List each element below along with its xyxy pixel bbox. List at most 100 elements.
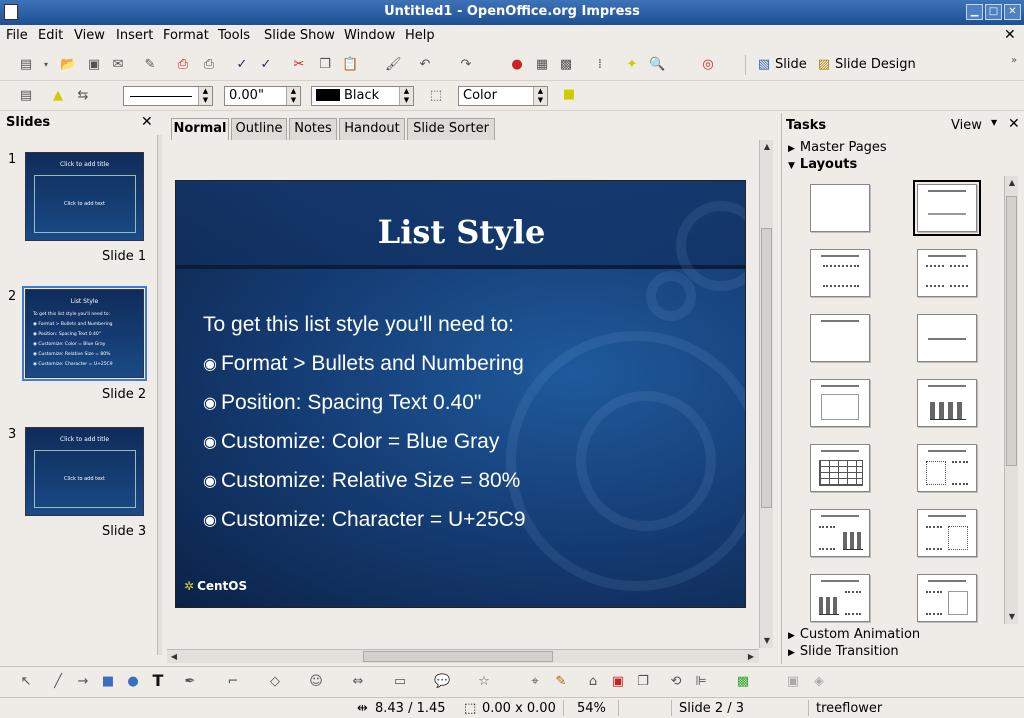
slide-canvas[interactable]: List Style To get this list style you'll… [175,180,746,608]
extrusion-icon[interactable]: ◈ [811,674,827,690]
glue-points-icon[interactable]: ✎ [553,674,569,690]
scroll-down-icon[interactable]: ▼ [1005,610,1019,624]
paste-icon[interactable]: 📋 [342,57,358,73]
autospellcheck-icon[interactable]: ✓ [258,57,274,73]
new-dropdown-icon[interactable]: ▾ [38,57,54,73]
menu-window[interactable]: Window [344,28,395,43]
styles-icon[interactable]: ▤ [18,88,34,104]
redo-icon[interactable]: ↷ [458,57,474,73]
new-document-icon[interactable]: ▤ [18,57,34,73]
layout-title-chart-list[interactable] [810,574,870,622]
line-icon[interactable]: ▲ [50,88,66,104]
slide-bullet[interactable]: ◉ Customize: Color = Blue Gray [203,430,499,454]
scroll-up-icon[interactable]: ▲ [760,140,774,154]
layout-title-chart[interactable] [917,379,977,427]
menu-help[interactable]: Help [405,28,435,43]
tab-handout[interactable]: Handout [339,118,405,140]
gallery-icon[interactable]: ❐ [635,674,651,690]
layout-blank[interactable] [810,184,870,232]
maximize-button[interactable]: □ [985,4,1002,20]
line-color-select[interactable]: Black ▲ ▼ [311,86,414,106]
tab-slide-sorter[interactable]: Slide Sorter [407,118,495,140]
connector-tool-icon[interactable]: ⌐ [225,674,241,690]
basic-shapes-icon[interactable]: ◇ [267,674,283,690]
rectangle-tool-icon[interactable]: ■ [100,674,116,690]
tab-outline[interactable]: Outline [231,118,287,140]
ellipse-tool-icon[interactable]: ● [125,674,141,690]
help-icon[interactable]: ◎ [700,57,716,73]
layout-title-list-object[interactable] [917,574,977,622]
menu-view[interactable]: View [74,28,105,43]
layout-title-list[interactable] [810,249,870,297]
section-layouts[interactable]: ▼ Layouts [788,157,857,172]
layout-centered-text[interactable] [917,314,977,362]
layout-title-list-clipart[interactable] [917,509,977,557]
rotate-icon[interactable]: ⟲ [668,674,684,690]
helplines-icon[interactable]: ⁞ [592,57,608,73]
layout-title-only[interactable] [810,314,870,362]
open-icon[interactable]: 📂 [60,57,76,73]
spellcheck-icon[interactable]: ✓ [234,57,250,73]
menu-slide-show[interactable]: Slide Show [264,28,335,43]
fontwork-icon[interactable]: ⌂ [585,674,601,690]
menu-file[interactable]: File [6,28,28,43]
layout-title-two-lists[interactable] [917,249,977,297]
layout-title-list-chart[interactable] [810,509,870,557]
slides-panel-splitter[interactable] [157,135,162,655]
block-arrows-icon[interactable]: ⇔ [350,674,366,690]
scroll-thumb[interactable] [761,228,772,508]
from-file-icon[interactable]: ▣ [610,674,626,690]
layouts-scrollbar[interactable]: ▲ ▼ [1004,176,1018,624]
select-arrow-icon[interactable]: ↖ [18,674,34,690]
fill-color-icon[interactable]: ■ [561,87,577,103]
scroll-thumb[interactable] [363,651,553,662]
menu-insert[interactable]: Insert [116,28,153,43]
cut-icon[interactable]: ✂ [291,57,307,73]
table-icon[interactable]: ▦ [534,57,550,73]
scroll-right-icon[interactable]: ▶ [744,650,758,664]
symbol-shapes-icon[interactable]: ☺ [308,674,324,690]
slide-bullet[interactable]: ◉ Format > Bullets and Numbering [203,352,524,376]
section-master-pages[interactable]: ▶ Master Pages [788,140,887,155]
flowchart-icon[interactable]: ▭ [392,674,408,690]
arrange-icon[interactable]: ▩ [735,674,751,690]
navigator-icon[interactable]: ✦ [624,57,640,73]
zoom-icon[interactable]: 🔍 [649,57,665,73]
menu-format[interactable]: Format [163,28,209,43]
clone-formatting-icon[interactable]: 🖌 [385,57,402,73]
slide-intro-text[interactable]: To get this list style you'll need to: [203,313,514,337]
area-style-select[interactable]: Color ▲ ▼ [458,86,548,106]
display-grid-icon[interactable]: ▩ [558,57,574,73]
close-window-button[interactable]: ✕ [1004,4,1021,20]
edit-file-icon[interactable]: ✎ [142,57,158,73]
slide-thumbnail-3[interactable]: Click to add title Click to add text [25,427,144,516]
status-zoom[interactable]: 54% [577,701,606,716]
slide-thumbnail-1[interactable]: Click to add title Click to add text [25,152,144,241]
slide-bullet[interactable]: ◉ Customize: Character = U+25C9 [203,508,526,532]
line-width-field[interactable]: 0.00" ▲ ▼ [224,86,301,106]
slide-bullet[interactable]: ◉ Customize: Relative Size = 80% [203,469,520,493]
stars-icon[interactable]: ☆ [476,674,492,690]
layout-title-object[interactable] [810,379,870,427]
curve-tool-icon[interactable]: ✒ [182,674,198,690]
layout-title-clipart-list[interactable] [917,444,977,492]
close-tasks-icon[interactable]: ✕ [1008,116,1020,132]
alignment-icon[interactable]: ⊫ [693,674,709,690]
area-style-icon[interactable]: ⬚ [428,88,444,104]
layout-title-content[interactable] [913,180,981,236]
scroll-thumb[interactable] [1006,196,1017,466]
slide-bullet[interactable]: ◉ Position: Spacing Text 0.40" [203,391,481,415]
arrow-style-icon[interactable]: ⇆ [75,88,91,104]
slide-button[interactable]: Slide [775,57,807,72]
minimize-button[interactable]: ▁ [966,4,983,20]
copy-icon[interactable]: ❐ [317,57,333,73]
scroll-down-icon[interactable]: ▼ [760,634,774,648]
menu-tools[interactable]: Tools [218,28,250,43]
close-slides-panel-icon[interactable]: ✕ [141,114,153,130]
slide-thumbnail-2[interactable]: List Style To get this list style you'll… [22,286,147,381]
line-style-select[interactable]: ▲ ▼ [123,86,213,106]
menu-edit[interactable]: Edit [38,28,63,43]
tab-normal[interactable]: Normal [171,118,229,141]
shadow-icon[interactable]: ▣ [785,674,801,690]
save-icon[interactable]: ▣ [86,57,102,73]
